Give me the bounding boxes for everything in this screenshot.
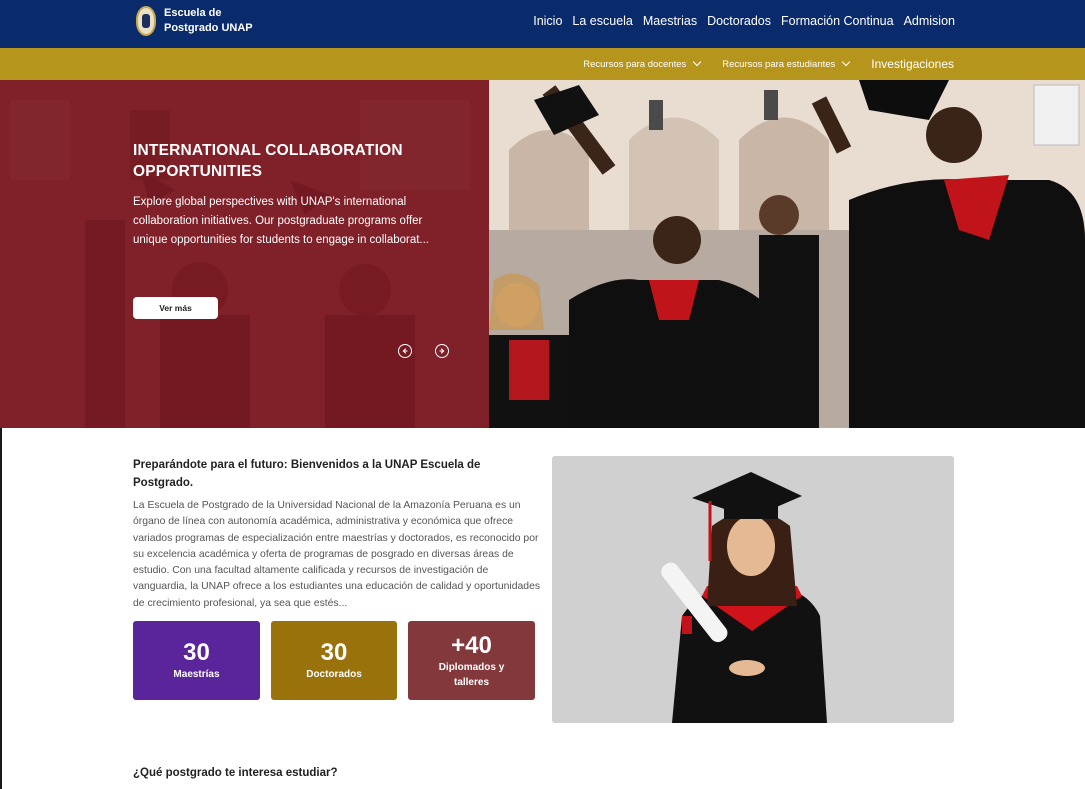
stat-doctorados-label: Doctorados xyxy=(306,669,362,680)
menu-recursos-docentes-label: Recursos para docentes xyxy=(583,58,687,70)
nav-la-escuela[interactable]: La escuela xyxy=(572,14,632,28)
menu-recursos-docentes[interactable]: Recursos para docentes xyxy=(583,57,702,70)
graduate-student-photo xyxy=(552,456,954,723)
graduate-student-image xyxy=(552,456,954,723)
welcome-title: Preparándote para el futuro: Bienvenidos… xyxy=(133,459,481,489)
carousel-next-button[interactable] xyxy=(435,344,449,358)
secondary-navbar: Recursos para docentes Recursos para est… xyxy=(0,48,1085,80)
chevron-down-icon xyxy=(693,57,702,67)
stat-diplomados-label: Diplomados y talleres xyxy=(438,661,505,688)
stat-doctorados[interactable]: 30 Doctorados xyxy=(271,621,397,700)
unap-logo-icon[interactable] xyxy=(136,6,156,36)
welcome-text: La Escuela de Postgrado de la Universida… xyxy=(133,500,541,609)
stat-maestrias-label: Maestrías xyxy=(173,669,220,680)
hero-carousel: INTERNATIONAL COLLABORATION OPPORTUNITIE… xyxy=(0,80,1085,428)
section-question-heading: ¿Qué postgrado te interesa estudiar? xyxy=(133,767,338,779)
stat-doctorados-value: 30 xyxy=(320,639,348,666)
nav-admision[interactable]: Admision xyxy=(904,14,955,28)
nav-maestrias[interactable]: Maestrias xyxy=(643,14,697,28)
hero-slide-panel: INTERNATIONAL COLLABORATION OPPORTUNITIE… xyxy=(0,80,489,428)
main-nav: Inicio La escuela Maestrias Doctorados F… xyxy=(533,14,955,28)
carousel-prev-button[interactable] xyxy=(398,344,412,358)
stat-diplomados-value: +40 xyxy=(451,631,492,659)
graduates-image xyxy=(489,80,1085,428)
graduates-photo xyxy=(489,80,1085,428)
brand-name[interactable]: Escuela de Postgrado UNAP xyxy=(164,6,274,36)
menu-recursos-estudiantes-label: Recursos para estudiantes xyxy=(722,58,836,70)
hero-overlay xyxy=(0,80,489,428)
nav-doctorados[interactable]: Doctorados xyxy=(707,14,771,28)
stat-diplomados[interactable]: +40 Diplomados y talleres xyxy=(408,621,535,700)
menu-investigaciones[interactable]: Investigaciones xyxy=(871,57,954,71)
chevron-down-icon xyxy=(842,57,851,67)
arrow-left-icon xyxy=(402,348,408,354)
hero-description: Explore global perspectives with UNAP's … xyxy=(133,196,430,246)
nav-formacion-continua[interactable]: Formación Continua xyxy=(781,14,894,28)
hero-title: INTERNATIONAL COLLABORATION OPPORTUNITIE… xyxy=(133,142,403,180)
nav-inicio[interactable]: Inicio xyxy=(533,14,562,28)
stat-maestrias[interactable]: 30 Maestrías xyxy=(133,621,260,700)
menu-recursos-estudiantes[interactable]: Recursos para estudiantes xyxy=(722,57,851,70)
top-navbar: Escuela de Postgrado UNAP Inicio La escu… xyxy=(0,0,1085,48)
arrow-right-icon xyxy=(439,348,445,354)
secondary-nav: Recursos para docentes Recursos para est… xyxy=(583,57,954,71)
ver-mas-button[interactable]: Ver más xyxy=(133,297,218,319)
stat-maestrias-value: 30 xyxy=(183,639,210,666)
